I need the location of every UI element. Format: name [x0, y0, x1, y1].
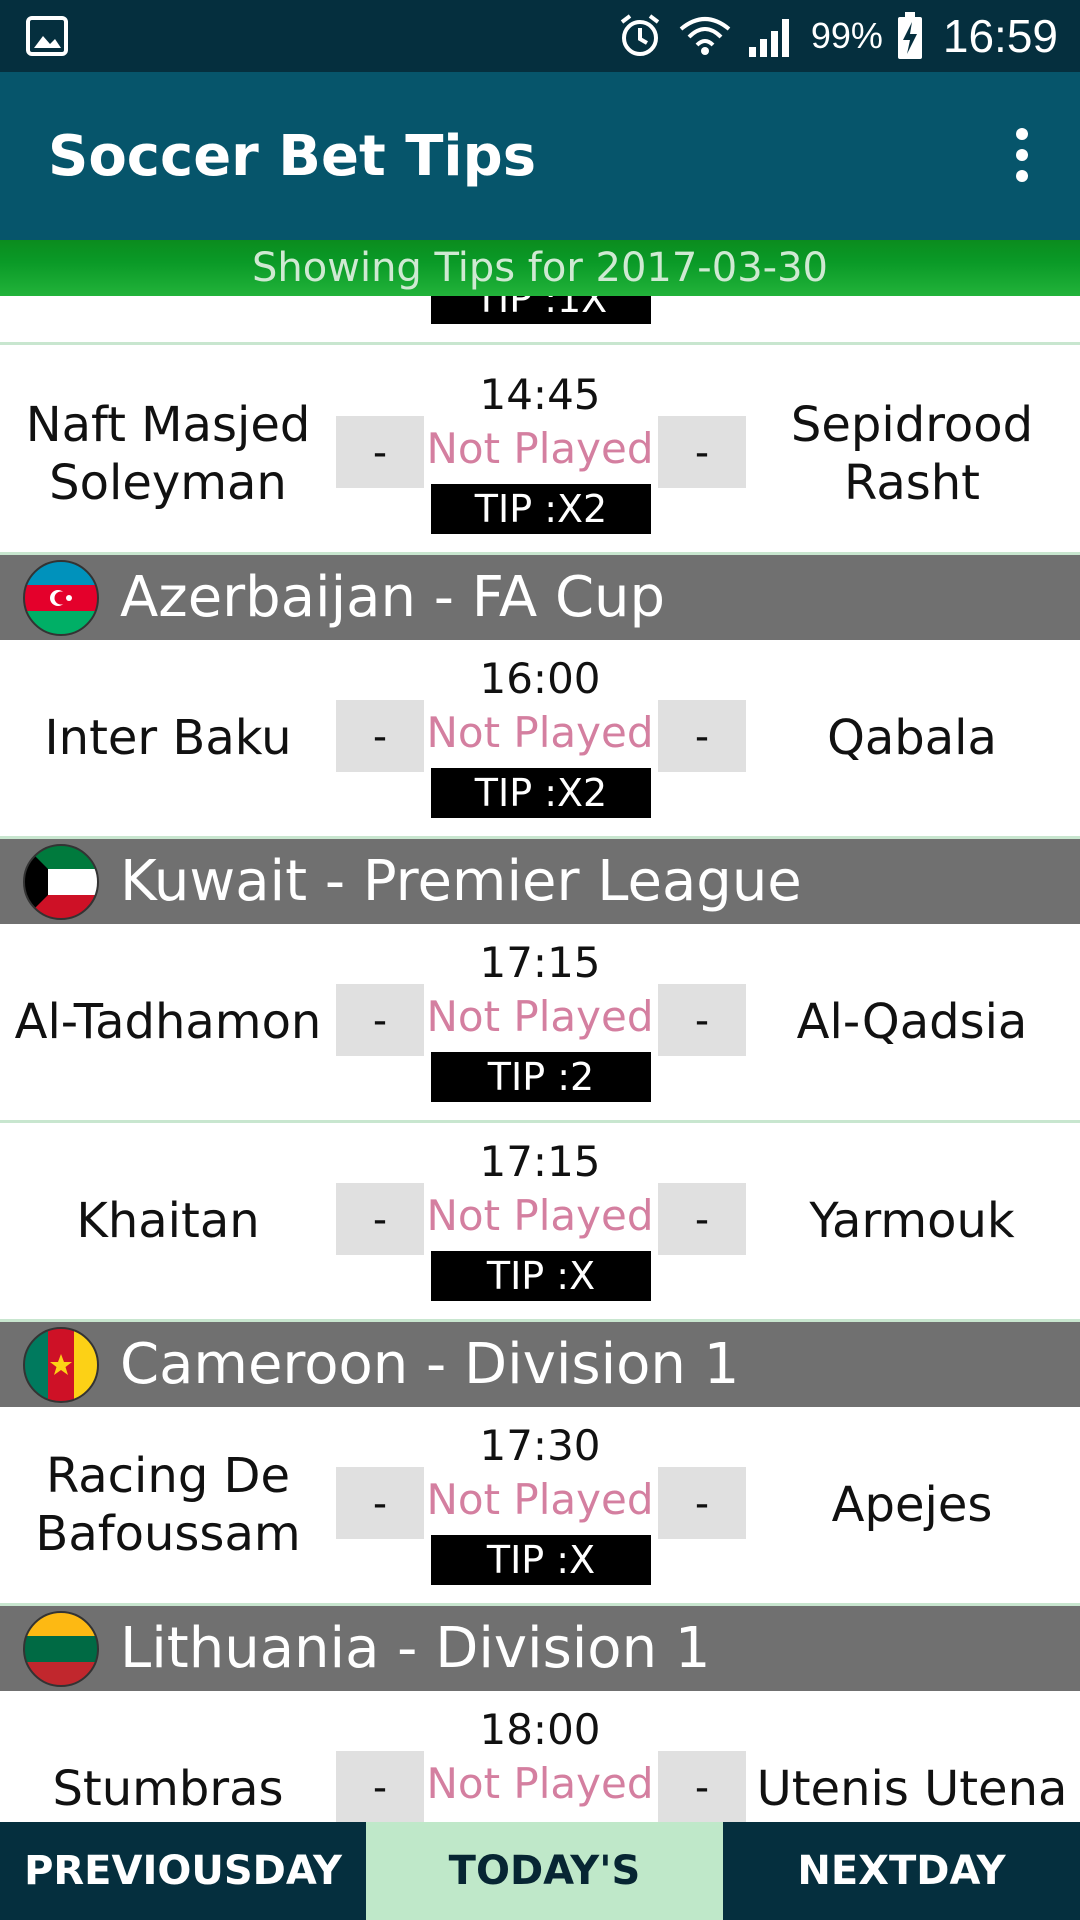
home-score: -	[336, 416, 424, 488]
away-score: -	[658, 1183, 746, 1255]
league-name: Cameroon - Division 1	[120, 1332, 740, 1397]
more-vert-icon	[1016, 128, 1028, 182]
match-status: Not Played	[426, 1759, 654, 1808]
home-team: Al-Tadhamon	[14, 994, 322, 1050]
match-time: 16:00	[479, 654, 601, 703]
match-row[interactable]: Naft Masjed Soleyman - 14:45 Not Played …	[0, 356, 1080, 555]
match-row[interactable]: Khaitan - 17:15 Not Played TIP :X - Yarm…	[0, 1123, 1080, 1322]
away-team: Qabala	[827, 710, 997, 766]
cameroon-flag-icon	[23, 1327, 99, 1403]
home-score: -	[336, 1467, 424, 1539]
away-team: Apejes	[831, 1477, 993, 1533]
home-team: Naft Masjed Soleyman	[25, 397, 311, 511]
away-team: Yarmouk	[809, 1193, 1015, 1249]
overflow-menu-button[interactable]	[992, 122, 1052, 192]
away-score: -	[658, 984, 746, 1056]
todays-button[interactable]: TODAY'S	[366, 1822, 723, 1920]
home-score: -	[336, 1751, 424, 1822]
match-status: Not Played	[426, 424, 654, 473]
gallery-notification-icon	[26, 16, 68, 56]
match-status: Not Played	[426, 1475, 654, 1524]
match-row[interactable]: Stumbras - 18:00 Not Played - Utenis Ute…	[0, 1691, 1080, 1822]
alarm-icon	[620, 14, 660, 56]
league-header: Kuwait - Premier League	[0, 839, 1080, 928]
away-score: -	[658, 1467, 746, 1539]
date-banner: Showing Tips for 2017-03-30	[0, 240, 1080, 296]
match-status: Not Played	[426, 708, 654, 757]
status-icons: 99% 16:59	[617, 0, 1058, 72]
away-team: Al-Qadsia	[796, 994, 1028, 1050]
home-score: -	[336, 984, 424, 1056]
signal-icon	[748, 19, 789, 57]
battery-percent: 99%	[810, 15, 883, 56]
home-score: -	[336, 1183, 424, 1255]
home-team: Racing De Bafoussam	[35, 1448, 301, 1562]
match-row[interactable]: Racing De Bafoussam - 17:30 Not Played T…	[0, 1407, 1080, 1606]
home-score: -	[336, 700, 424, 772]
away-team: Sepidrood Rasht	[790, 397, 1034, 511]
next-day-button[interactable]: NEXTDAY	[723, 1822, 1080, 1920]
league-header: Azerbaijan - FA Cup	[0, 555, 1080, 644]
tip-badge: TIP :X	[431, 1251, 651, 1301]
match-row[interactable]: Al-Tadhamon - 17:15 Not Played TIP :2 - …	[0, 924, 1080, 1123]
home-team: Khaitan	[76, 1193, 260, 1249]
bottom-nav: PREVIOUSDAY TODAY'S NEXTDAY	[0, 1822, 1080, 1920]
match-row-partial[interactable]: TIP :1X	[0, 296, 1080, 345]
league-name: Lithuania - Division 1	[120, 1616, 711, 1681]
match-time: 17:30	[479, 1421, 601, 1470]
tip-badge: TIP :X2	[431, 484, 651, 534]
clock: 16:59	[942, 10, 1058, 62]
status-bar: 99% 16:59	[0, 0, 1080, 72]
app-title: Soccer Bet Tips	[48, 124, 537, 189]
match-status: Not Played	[426, 992, 654, 1041]
away-score: -	[658, 416, 746, 488]
league-name: Kuwait - Premier League	[120, 849, 802, 914]
league-name: Azerbaijan - FA Cup	[120, 565, 666, 630]
tip-badge: TIP :2	[431, 1052, 651, 1102]
tip-badge: TIP :1X	[431, 296, 651, 324]
azerbaijan-flag-icon	[23, 560, 99, 636]
match-status: Not Played	[426, 1191, 654, 1240]
kuwait-flag-icon	[23, 844, 99, 920]
previous-day-button[interactable]: PREVIOUSDAY	[0, 1822, 366, 1920]
match-time: 14:45	[479, 370, 601, 419]
match-time: 18:00	[479, 1705, 601, 1754]
app-bar: Soccer Bet Tips	[0, 72, 1080, 240]
battery-charging-icon	[897, 12, 922, 59]
tip-badge: TIP :X	[431, 1535, 651, 1585]
match-time: 17:15	[479, 1137, 601, 1186]
league-header: Cameroon - Division 1	[0, 1322, 1080, 1411]
league-header: Lithuania - Division 1	[0, 1606, 1080, 1695]
tips-list[interactable]: TIP :1X Naft Masjed Soleyman - 14:45 Not…	[0, 296, 1080, 1822]
lithuania-flag-icon	[23, 1611, 99, 1687]
away-score: -	[658, 700, 746, 772]
away-score: -	[658, 1751, 746, 1822]
wifi-icon	[679, 17, 731, 55]
away-team: Utenis Utena	[756, 1761, 1068, 1817]
tip-badge: TIP :X2	[431, 768, 651, 818]
match-time: 17:15	[479, 938, 601, 987]
match-row[interactable]: Inter Baku - 16:00 Not Played TIP :X2 - …	[0, 640, 1080, 839]
home-team: Inter Baku	[44, 710, 292, 766]
home-team: Stumbras	[52, 1761, 284, 1817]
